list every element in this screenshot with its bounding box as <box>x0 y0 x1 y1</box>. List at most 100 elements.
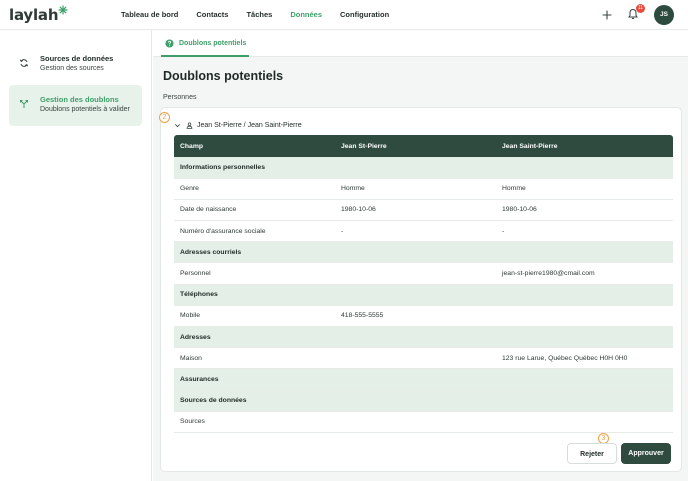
logo-text: laylah <box>9 6 59 24</box>
sidebar-item-title: Sources de données <box>40 54 114 63</box>
table-section-row: Informations personnelles <box>174 157 673 179</box>
tab-bar: Doublons potentiels <box>153 30 688 57</box>
merge-icon <box>20 100 28 108</box>
field-value: 1980-10-06 <box>335 199 496 222</box>
field-value: - <box>496 220 673 243</box>
top-bar: laylah Tableau de bord Contacts Tâches D… <box>0 0 688 30</box>
nav-label: Tâches <box>246 10 273 19</box>
field-value <box>496 284 673 306</box>
nav-item-contacts[interactable]: Contacts <box>196 0 228 30</box>
tab-doublons-potentiels[interactable]: Doublons potentiels <box>161 30 249 57</box>
duplicate-pair-toggle[interactable]: Jean St-Pierre / Jean Saint-Pierre <box>174 120 302 130</box>
nav-label: Données <box>290 10 323 19</box>
main-nav: Tableau de bord Contacts Tâches Données … <box>121 0 407 30</box>
field-value: 1980-10-06 <box>496 199 673 222</box>
table-row: Mobile 418-555-5555 <box>174 305 673 328</box>
sidebar: Sources de données Gestion des sources G… <box>0 30 152 481</box>
main-content: Doublons potentiels Doublons potentiels … <box>153 30 688 481</box>
field-name: Date de naissance <box>174 199 335 222</box>
field-name: Sources <box>174 411 335 433</box>
table-row: Date de naissance 1980-10-06 1980-10-06 <box>174 199 673 222</box>
table-section-row: Téléphones <box>174 284 673 306</box>
person-icon <box>186 121 193 129</box>
field-value: 123 rue Larue, Québec Québec H0H 0H0 <box>496 347 673 370</box>
page-title: Doublons potentiels <box>163 69 284 83</box>
field-value <box>496 305 673 328</box>
table-body: Informations personnelles Genre Homme Homme… <box>174 157 673 433</box>
approve-button[interactable]: Approuver <box>621 443 671 464</box>
sidebar-item-subtitle: Doublons potentiels à valider <box>40 106 130 113</box>
field-value: 418-555-5555 <box>335 305 496 328</box>
section-title: Assurances <box>174 368 335 391</box>
section-title: Sources de données <box>174 390 335 412</box>
table-row: Personnel jean-st-pierre1980@cmail.com <box>174 262 673 285</box>
plus-icon[interactable] <box>602 10 612 20</box>
field-name: Genre <box>174 178 335 200</box>
column-header: Champ <box>174 135 335 157</box>
sidebar-item-doublons[interactable]: Gestion des doublons Doublons potentiels… <box>9 85 142 126</box>
table-header-row: Champ Jean St-Pierre Jean Saint-Pierre <box>174 135 673 157</box>
nav-label: Contacts <box>196 10 229 19</box>
nav-item-donnees[interactable]: Données <box>290 0 322 30</box>
field-value <box>496 326 673 349</box>
table-section-row: Adresses courriels <box>174 241 673 264</box>
field-name: Mobile <box>174 305 335 328</box>
field-value <box>496 157 673 179</box>
field-value: jean-st-pierre1980@cmail.com <box>496 262 673 285</box>
field-value <box>496 390 673 412</box>
field-value: Homme <box>496 178 673 200</box>
column-header: Jean Saint-Pierre <box>496 135 673 157</box>
help-circle-icon <box>165 39 174 48</box>
tab-label: Doublons potentiels <box>179 40 247 47</box>
field-value <box>335 262 496 285</box>
table-section-row: Adresses <box>174 326 673 349</box>
app-logo[interactable]: laylah <box>9 5 68 25</box>
section-label: Personnes <box>163 94 197 101</box>
section-title: Adresses courriels <box>174 241 335 264</box>
field-value <box>335 326 496 349</box>
step-marker: 2 <box>159 112 170 123</box>
field-name: Numéro d'assurance sociale <box>174 220 335 243</box>
field-value <box>335 390 496 412</box>
nav-label: Configuration <box>340 10 390 19</box>
sync-icon <box>19 59 29 67</box>
field-value <box>335 284 496 306</box>
field-value: - <box>335 220 496 243</box>
table-section-row: Sources de données <box>174 390 673 412</box>
table-row: Maison 123 rue Larue, Québec Québec H0H 0… <box>174 347 673 370</box>
field-value <box>496 411 673 433</box>
nav-item-taches[interactable]: Tâches <box>246 0 272 30</box>
field-name: Personnel <box>174 262 335 285</box>
comparison-table: Champ Jean St-Pierre Jean Saint-Pierre I… <box>174 135 673 433</box>
table-row: Genre Homme Homme <box>174 178 673 200</box>
field-value <box>335 368 496 391</box>
chevron-down-icon <box>175 123 180 127</box>
field-value <box>335 411 496 433</box>
duplicate-card: 2 Jean St-Pierre / Jean Saint-Pierre Cha… <box>159 107 682 472</box>
field-value <box>496 241 673 264</box>
column-header: Jean St-Pierre <box>335 135 496 157</box>
sidebar-item-title: Gestion des doublons <box>40 95 119 104</box>
field-value <box>335 157 496 179</box>
nav-label: Tableau de bord <box>121 10 179 19</box>
table-row: Numéro d'assurance sociale - - <box>174 220 673 243</box>
field-value: Homme <box>335 178 496 200</box>
section-title: Informations personnelles <box>174 157 335 179</box>
avatar[interactable]: JS <box>654 5 674 25</box>
reject-button[interactable]: Rejeter <box>567 443 617 464</box>
field-name: Maison <box>174 347 335 370</box>
nav-item-tableau-de-bord[interactable]: Tableau de bord <box>121 0 178 30</box>
duplicate-pair-label: Jean St-Pierre / Jean Saint-Pierre <box>197 121 302 129</box>
logo-star-icon <box>58 5 68 15</box>
nav-item-configuration[interactable]: Configuration <box>340 0 389 30</box>
table-row: Sources <box>174 411 673 433</box>
sidebar-item-sources[interactable]: Sources de données Gestion des sources <box>9 44 142 85</box>
section-title: Adresses <box>174 326 335 349</box>
notification-badge: 11 <box>636 4 645 13</box>
field-value <box>496 368 673 391</box>
table-section-row: Assurances <box>174 368 673 391</box>
field-value <box>335 347 496 370</box>
section-title: Téléphones <box>174 284 335 306</box>
sidebar-item-subtitle: Gestion des sources <box>40 65 104 72</box>
notifications-button[interactable]: 11 <box>627 4 645 22</box>
